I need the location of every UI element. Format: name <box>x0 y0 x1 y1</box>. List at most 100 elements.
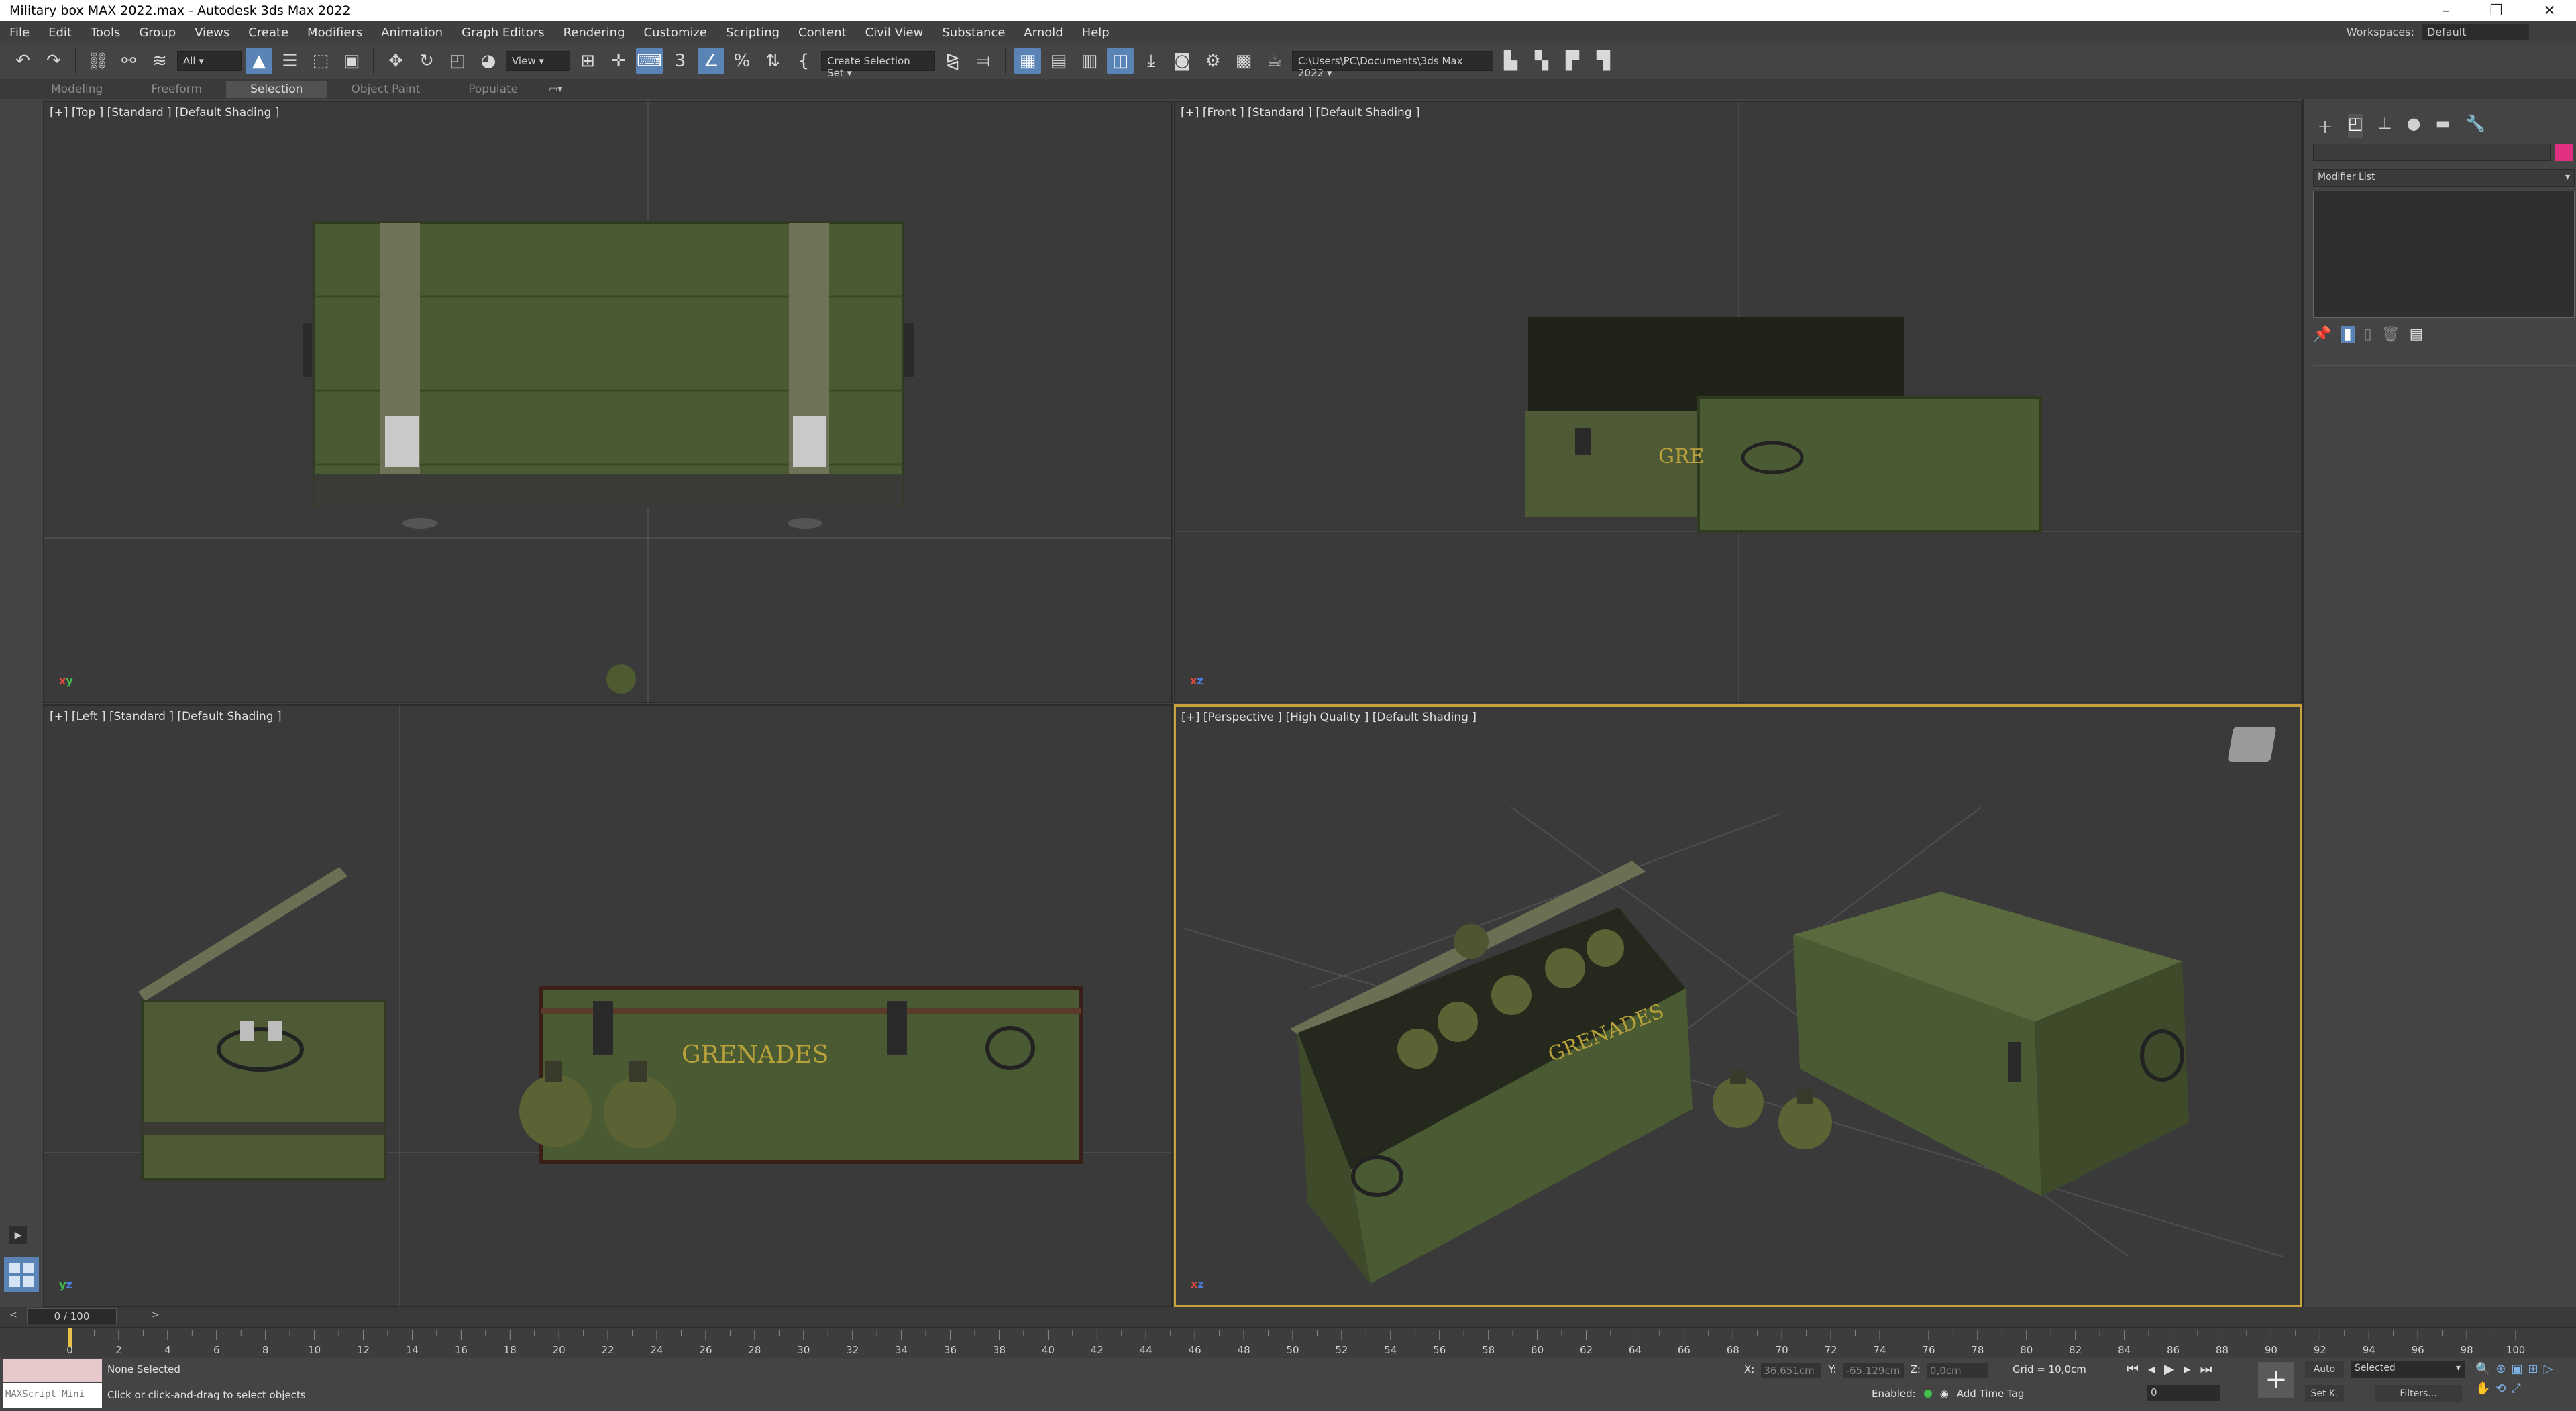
show-end-result-icon[interactable]: ▮ <box>2341 326 2355 343</box>
menu-scripting[interactable]: Scripting <box>716 25 789 40</box>
create-project-icon[interactable]: ▛ <box>1559 48 1586 74</box>
select-manipulate-icon[interactable]: ✛ <box>605 48 632 74</box>
modifier-stack[interactable] <box>2313 191 2575 318</box>
utilities-tab-icon[interactable]: 🔧 <box>2465 114 2485 138</box>
ribbon-options-icon[interactable]: ▭▾ <box>549 84 562 95</box>
viewport-perspective[interactable]: [+] [Perspective ] [High Quality ] [Defa… <box>1174 704 2302 1307</box>
zoom-all-icon[interactable]: ⊕ <box>2496 1362 2506 1376</box>
go-to-start-icon[interactable]: ⏮ <box>2127 1361 2139 1377</box>
menu-modifiers[interactable]: Modifiers <box>298 25 372 40</box>
restore-icon[interactable]: ❐ <box>2489 3 2503 19</box>
play-icon[interactable]: ▶ <box>2164 1361 2174 1377</box>
keyboard-shortcut-override-icon[interactable]: ⌨ <box>636 48 663 74</box>
rendered-frame-window-icon[interactable]: ▩ <box>1230 48 1257 74</box>
layer-explorer-icon[interactable]: ▤ <box>1045 48 1072 74</box>
y-coordinate-field[interactable]: -65,129cm <box>1843 1363 1904 1378</box>
set-key-large-button[interactable]: + <box>2258 1362 2294 1398</box>
redo-icon[interactable]: ↷ <box>40 48 67 74</box>
angle-snap-icon[interactable]: ∠ <box>698 48 724 74</box>
reference-coordinate-dropdown[interactable]: View <box>506 51 570 71</box>
zoom-extents-all-icon[interactable]: ⊞ <box>2528 1362 2538 1376</box>
tab-modeling[interactable]: Modeling <box>27 81 127 98</box>
create-tab-icon[interactable]: ＋ <box>2317 114 2333 138</box>
set-key-button[interactable]: Set K. <box>2305 1385 2344 1402</box>
next-frame-icon[interactable]: > <box>152 1310 165 1323</box>
add-time-tag-button[interactable]: Add Time Tag <box>1957 1388 2025 1400</box>
rotate-icon[interactable]: ↻ <box>413 48 440 74</box>
project-folder-icon[interactable]: ▙ <box>1497 48 1524 74</box>
align-icon[interactable]: ⫤ <box>970 48 997 74</box>
tab-freeform[interactable]: Freeform <box>127 81 226 98</box>
percent-snap-icon[interactable]: % <box>729 48 755 74</box>
remove-modifier-icon[interactable]: 🗑 <box>2381 326 2400 343</box>
select-by-name-icon[interactable]: ☰ <box>276 48 303 74</box>
mirror-icon[interactable]: ⧎ <box>939 48 966 74</box>
scale-icon[interactable]: ◰ <box>444 48 471 74</box>
menu-file[interactable]: File <box>0 25 39 40</box>
viewport-label-perspective[interactable]: [+] [Perspective ] [High Quality ] [Defa… <box>1181 711 1477 724</box>
viewport-label-left[interactable]: [+] [Left ] [Standard ] [Default Shading… <box>50 710 282 723</box>
scene-explorer-icon[interactable]: ▦ <box>1014 48 1041 74</box>
viewport-left[interactable]: [+] [Left ] [Standard ] [Default Shading… <box>43 704 1173 1307</box>
menu-help[interactable]: Help <box>1073 25 1119 40</box>
current-frame-field[interactable]: 0 <box>2147 1385 2220 1401</box>
x-coordinate-field[interactable]: 36,651cm <box>1761 1363 1822 1378</box>
display-tab-icon[interactable]: ▬ <box>2436 114 2451 138</box>
place-icon[interactable]: ◕ <box>475 48 502 74</box>
object-color-swatch[interactable] <box>2555 144 2573 161</box>
named-selection-set-dropdown[interactable]: Create Selection Set <box>821 51 935 79</box>
schematic-view-icon[interactable]: ⤓ <box>1138 48 1165 74</box>
track-bar[interactable]: 0 2 4 6 8 10 12 14 16 18 20 22 24 26 28 30 32 34 36 38 40 42 4… <box>0 1327 2576 1358</box>
hierarchy-tab-icon[interactable]: ⊥ <box>2378 114 2392 138</box>
window-crossing-icon[interactable]: ▣ <box>338 48 365 74</box>
menu-arnold[interactable]: Arnold <box>1014 25 1072 40</box>
material-editor-icon[interactable]: ◙ <box>1169 48 1195 74</box>
ribbon-toggle-icon[interactable]: ▥ <box>1076 48 1103 74</box>
object-name-field[interactable] <box>2313 144 2551 161</box>
menu-tools[interactable]: Tools <box>81 25 129 40</box>
next-key-icon[interactable]: ▸ <box>2184 1361 2190 1377</box>
bind-spacewarp-icon[interactable]: ≋ <box>146 48 173 74</box>
menu-create[interactable]: Create <box>239 25 298 40</box>
zoom-extents-icon[interactable]: ▣ <box>2512 1362 2523 1376</box>
make-unique-icon[interactable]: ▯ <box>2364 326 2372 343</box>
z-coordinate-field[interactable]: 0,0cm <box>1927 1363 1988 1378</box>
menu-rendering[interactable]: Rendering <box>554 25 635 40</box>
key-filters-button[interactable]: Filters... <box>2375 1385 2462 1402</box>
undo-icon[interactable]: ↶ <box>9 48 36 74</box>
menu-edit[interactable]: Edit <box>39 25 81 40</box>
workspaces-selector[interactable]: Workspaces: Default <box>2347 24 2529 40</box>
link-icon[interactable]: ⛓ <box>85 48 111 74</box>
menu-substance[interactable]: Substance <box>932 25 1014 40</box>
motion-tab-icon[interactable]: ● <box>2407 114 2421 138</box>
maxscript-mini-listener[interactable]: MAXScript Mini <box>3 1383 102 1408</box>
move-icon[interactable]: ✥ <box>382 48 409 74</box>
auto-key-button[interactable]: Auto <box>2305 1361 2344 1378</box>
field-of-view-icon[interactable]: ▷ <box>2544 1362 2553 1376</box>
tab-populate[interactable]: Populate <box>444 81 542 98</box>
previous-frame-icon[interactable]: < <box>9 1310 23 1323</box>
curve-editor-icon[interactable]: ◫ <box>1107 48 1134 74</box>
zoom-icon[interactable]: 🔍 <box>2475 1362 2490 1376</box>
modifier-list-dropdown[interactable]: Modifier List <box>2313 169 2575 187</box>
configure-modifier-sets-icon[interactable]: ▤ <box>2410 326 2424 343</box>
time-slider[interactable]: < 0 / 100 > <box>0 1307 2576 1327</box>
pivot-center-icon[interactable]: ⊞ <box>574 48 601 74</box>
expand-layout-tab-icon[interactable]: ▶ <box>9 1226 27 1244</box>
menu-views[interactable]: Views <box>185 25 239 40</box>
menu-customize[interactable]: Customize <box>635 25 716 40</box>
pin-stack-icon[interactable]: 📌 <box>2313 326 2331 343</box>
selection-filter-dropdown[interactable]: All <box>177 51 241 71</box>
viewport-label-front[interactable]: [+] [Front ] [Standard ] [Default Shadin… <box>1181 106 1420 119</box>
snaps-toggle-icon[interactable]: 3 <box>667 48 694 74</box>
unlink-icon[interactable]: ⚯ <box>115 48 142 74</box>
project-default-icon[interactable]: ▜ <box>1590 48 1617 74</box>
time-tag-icon[interactable]: ◉ <box>1940 1388 1949 1400</box>
viewport-front[interactable]: [+] [Front ] [Standard ] [Default Shadin… <box>1174 101 2302 703</box>
maximize-viewport-icon[interactable]: ⤢ <box>2512 1381 2521 1396</box>
time-slider-thumb[interactable]: 0 / 100 <box>27 1308 117 1324</box>
minimize-icon[interactable]: – <box>2442 3 2449 19</box>
tab-selection[interactable]: Selection <box>226 81 327 98</box>
key-filter-dropdown[interactable]: Selected <box>2351 1361 2465 1378</box>
menu-graph-editors[interactable]: Graph Editors <box>452 25 554 40</box>
